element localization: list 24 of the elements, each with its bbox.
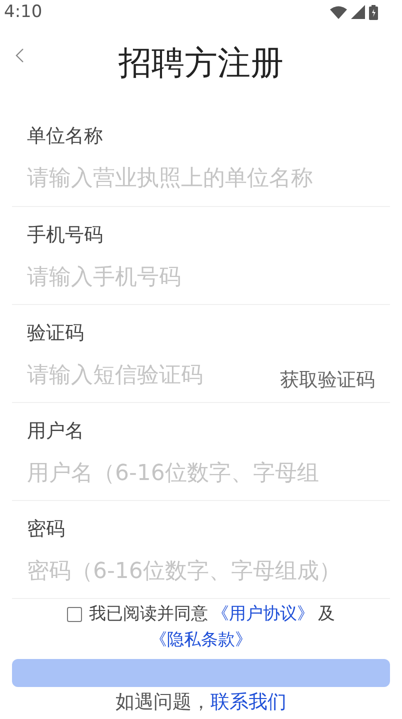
agreement-text: 及 [318, 603, 335, 626]
input-field[interactable]: 请输入手机号码 [27, 263, 375, 293]
signal-icon [351, 5, 365, 19]
back-icon[interactable] [15, 48, 24, 63]
input-field[interactable]: 用户名（6-16位数字、字母组 [27, 459, 375, 489]
field-label: 用户名 [27, 419, 85, 443]
input-field[interactable]: 请输入营业执照上的单位名称 [27, 164, 375, 194]
checkbox[interactable] [67, 606, 82, 622]
agreement-text: 我已阅读并同意 [89, 603, 208, 626]
wifi-icon [330, 6, 347, 18]
field-label: 验证码 [27, 321, 85, 345]
field-label: 单位名称 [27, 124, 104, 148]
status-time: 4:10 [4, 2, 42, 22]
field-label: 手机号码 [27, 223, 104, 247]
contact-link[interactable]: 联系我们 [210, 689, 286, 715]
page-title: 招聘方注册 [118, 43, 284, 83]
user-agreement-link[interactable]: 《用户协议》 [212, 601, 314, 627]
input-field[interactable]: 密码（6-16位数字、字母组成） [27, 557, 375, 587]
help-text: 如遇问题， [116, 690, 210, 715]
input-field[interactable]: 请输入短信验证码 [27, 361, 280, 391]
get-code-button[interactable]: 获取验证码 [280, 367, 375, 393]
field-label: 密码 [27, 517, 66, 541]
privacy-policy-link[interactable]: 《隐私条款》 [150, 627, 252, 653]
battery-icon [369, 4, 378, 20]
